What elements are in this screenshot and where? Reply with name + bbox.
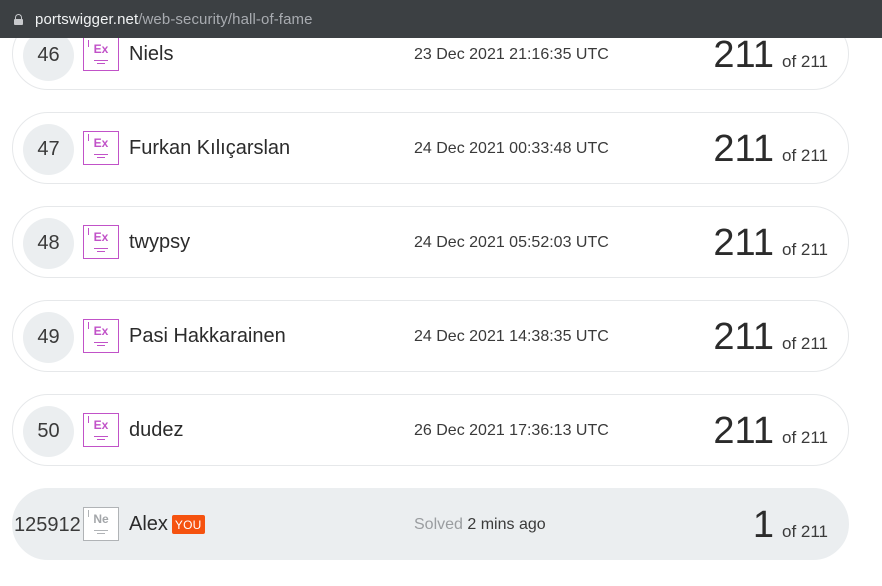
user-name[interactable]: dudez <box>129 419 184 442</box>
user-name[interactable]: Pasi Hakkarainen <box>129 325 286 348</box>
user-name[interactable]: Furkan Kılıçarslan <box>129 137 290 160</box>
rank-number: 48 <box>23 218 74 269</box>
score-value: 211 <box>713 410 774 452</box>
badge-code: Ex <box>93 418 109 432</box>
expert-badge-icon: Ex <box>83 37 119 71</box>
expert-badge-icon: Ex <box>83 131 119 165</box>
leaderboard-row: 50 Ex dudez 26 Dec 2021 17:36:13 UTC 211… <box>12 394 849 466</box>
completion-date: 24 Dec 2021 00:33:48 UTC <box>414 140 609 157</box>
leaderboard-row: 48 Ex twypsy 24 Dec 2021 05:52:03 UTC 21… <box>12 206 849 278</box>
user-name-container: Alex YOU <box>129 513 205 536</box>
novice-badge-icon: Ne <box>83 507 119 541</box>
score-total: of 211 <box>781 522 828 541</box>
completion-date: 26 Dec 2021 17:36:13 UTC <box>414 422 609 439</box>
browser-address-bar[interactable]: portswigger.net/web-security/hall-of-fam… <box>0 0 882 38</box>
rank-number: 125912 <box>14 514 81 536</box>
expert-badge-icon: Ex <box>83 413 119 447</box>
badge-code: Ex <box>93 42 109 56</box>
current-user-row: 125912 Ne Alex YOU Solved 2 mins ago 1 o… <box>12 488 849 560</box>
badge-code: Ex <box>93 136 109 150</box>
score: 211 of 211 <box>713 315 828 359</box>
you-badge: YOU <box>171 515 205 534</box>
expert-badge-icon: Ex <box>83 319 119 353</box>
score: 211 of 211 <box>713 221 828 265</box>
url-path: /web-security/hall-of-fame <box>138 10 313 28</box>
badge-code: Ex <box>93 230 109 244</box>
score: 211 of 211 <box>713 127 828 171</box>
score: 1 of 211 <box>753 503 828 547</box>
leaderboard-row: 49 Ex Pasi Hakkarainen 24 Dec 2021 14:38… <box>12 300 849 372</box>
score-total: of 211 <box>781 334 828 353</box>
score-value: 211 <box>713 128 774 170</box>
completion-date: 23 Dec 2021 21:16:35 UTC <box>414 46 609 63</box>
user-name[interactable]: Alex <box>129 513 168 536</box>
rank-number: 47 <box>23 124 74 175</box>
user-name[interactable]: twypsy <box>129 231 190 254</box>
rank-number: 49 <box>23 312 74 363</box>
badge-code: Ex <box>93 324 109 338</box>
score-total: of 211 <box>781 428 828 447</box>
solved-label: Solved <box>414 516 463 533</box>
score-value: 211 <box>713 34 774 76</box>
score-total: of 211 <box>781 240 828 259</box>
score-total: of 211 <box>781 146 828 165</box>
score-total: of 211 <box>781 52 828 71</box>
solved-status: Solved 2 mins ago <box>414 516 546 534</box>
leaderboard-row: 47 Ex Furkan Kılıçarslan 24 Dec 2021 00:… <box>12 112 849 184</box>
solved-time: 2 mins ago <box>467 516 546 533</box>
badge-code: Ne <box>93 512 109 526</box>
expert-badge-icon: Ex <box>83 225 119 259</box>
score-value: 1 <box>752 504 774 546</box>
url-text[interactable]: portswigger.net/web-security/hall-of-fam… <box>35 11 313 28</box>
user-name[interactable]: Niels <box>129 43 173 66</box>
score-value: 211 <box>713 222 774 264</box>
completion-date: 24 Dec 2021 05:52:03 UTC <box>414 234 609 251</box>
rank-number: 50 <box>23 406 74 457</box>
score-value: 211 <box>713 316 774 358</box>
completion-date: 24 Dec 2021 14:38:35 UTC <box>414 328 609 345</box>
score: 211 of 211 <box>713 33 828 77</box>
lock-icon <box>14 13 23 25</box>
url-domain: portswigger.net <box>35 10 139 28</box>
score: 211 of 211 <box>713 409 828 453</box>
